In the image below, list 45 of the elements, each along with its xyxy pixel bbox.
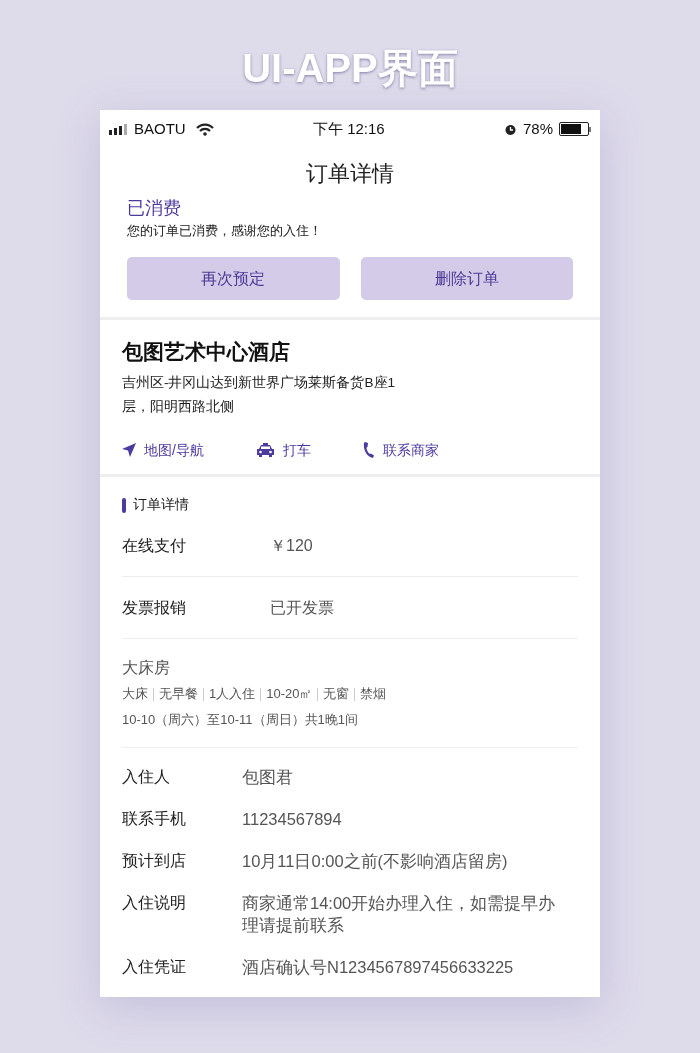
section-marker	[122, 497, 126, 513]
row-value: ￥120	[270, 535, 313, 556]
stay-dates: 10-10（周六）至10-11（周日）共1晚1间	[122, 711, 358, 730]
room-feature: 无早餐	[159, 685, 198, 704]
row-label: 入住说明	[122, 893, 187, 914]
status-message: 您的订单已消费，感谢您的入住！	[127, 222, 322, 240]
page-title: 订单详情	[306, 161, 394, 186]
section-title: 订单详情	[133, 496, 189, 514]
room-feature: 1人入住	[209, 685, 256, 704]
room-feature: 禁烟	[360, 685, 387, 704]
room-feature: 10-20㎡	[266, 685, 313, 704]
action-button[interactable]: 再次预定	[127, 257, 340, 300]
poster-title: UI-APP界面	[242, 45, 458, 92]
phone-icon	[362, 442, 375, 458]
row-label: 联系手机	[122, 809, 187, 830]
row-value: 11234567894	[242, 809, 343, 831]
row-label: 入住人	[122, 767, 171, 788]
row-value: 已开发票	[270, 597, 334, 618]
hotel-name: 包图艺术中心酒店	[122, 339, 290, 365]
row-label: 入住凭证	[122, 957, 187, 978]
row-label: 在线支付	[122, 535, 187, 556]
row-value: 10月11日0:00之前(不影响酒店留房)	[242, 851, 509, 873]
carrier-name: BAOTU	[134, 118, 186, 139]
battery-icon	[559, 122, 591, 136]
car-icon	[255, 442, 275, 458]
signal-icon	[109, 123, 129, 135]
status-time: 下午 12:16	[313, 118, 385, 139]
battery-percent: 78%	[522, 118, 553, 139]
action-link[interactable]: 打车	[255, 439, 311, 461]
navigation-arrow-icon	[122, 443, 136, 457]
row-value: 商家通常14:00开始办理入住，如需提早办理请提前联系	[242, 893, 557, 937]
wifi-icon	[195, 122, 214, 136]
row-value: 酒店确认号N1234567897456633225	[242, 957, 515, 979]
hotel-address: 吉州区-井冈山达到新世界广场莱斯备货B座1层，阳明西路北侧	[122, 374, 396, 416]
row-label: 预计到店	[122, 851, 187, 872]
action-link[interactable]: 地图/导航	[122, 439, 204, 461]
action-link[interactable]: 联系商家	[362, 439, 439, 461]
room-type: 大床房	[122, 658, 170, 679]
row-label: 发票报销	[122, 597, 187, 618]
room-feature: 大床	[122, 685, 148, 704]
row-value: 包图君	[242, 767, 294, 789]
action-button[interactable]: 删除订单	[360, 257, 573, 300]
alarm-icon	[503, 122, 517, 136]
order-status: 已消费	[127, 197, 181, 220]
room-feature: 无窗	[323, 685, 350, 704]
